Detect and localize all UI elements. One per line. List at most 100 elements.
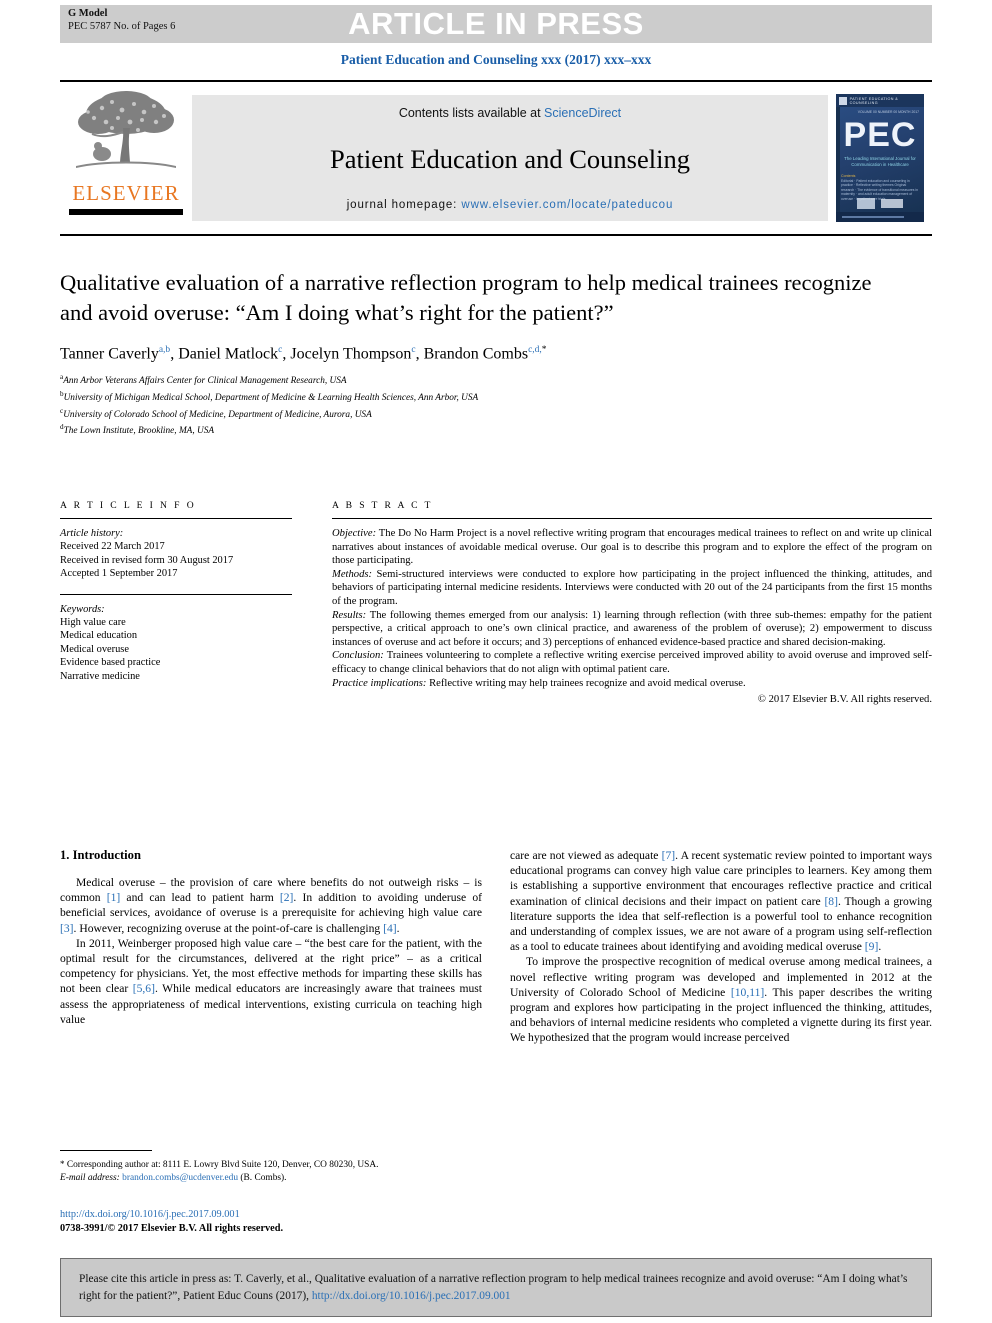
body-column-right: care are not viewed as adequate [7]. A r… bbox=[510, 848, 932, 1168]
abstract-copyright: © 2017 Elsevier B.V. All rights reserved… bbox=[757, 694, 932, 706]
corresponding-author-marker: * bbox=[541, 345, 547, 355]
keyword-item: Narrative medicine bbox=[60, 670, 140, 682]
contents-prefix: Contents lists available at bbox=[398, 106, 545, 120]
abstract-objective-text: The Do No Harm Project is a novel reflec… bbox=[332, 528, 932, 567]
footnote-rule bbox=[60, 1150, 152, 1152]
reference-citation-link[interactable]: [3] bbox=[60, 922, 74, 935]
footnote-email-label: E-mail address: bbox=[60, 1172, 120, 1183]
article-history-list: Received 22 March 2017 Received in revise… bbox=[60, 540, 292, 580]
doi-link[interactable]: http://dx.doi.org/10.1016/j.pec.2017.09.… bbox=[60, 1208, 520, 1222]
keywords-label: Keywords: bbox=[60, 603, 105, 615]
reference-citation-link[interactable]: [8] bbox=[824, 895, 838, 908]
pec-cover-logo-1 bbox=[857, 198, 875, 209]
homepage-label: journal homepage: bbox=[346, 199, 462, 211]
author-name: Jocelyn Thompson bbox=[290, 345, 412, 363]
affiliation-text: Ann Arbor Veterans Affairs Center for Cl… bbox=[63, 376, 347, 387]
left-column-paragraphs: Medical overuse – the provision of care … bbox=[60, 875, 482, 1027]
pec-cover-masthead: PATIENT EDUCATION & COUNSELING bbox=[836, 94, 924, 107]
contents-available-line: Contents lists available at ScienceDirec… bbox=[399, 106, 621, 120]
reference-citation-link[interactable]: [10,11] bbox=[731, 986, 764, 999]
abstract-implications-text: Reflective writing may help trainees rec… bbox=[426, 677, 746, 689]
body-paragraph: To improve the prospective recognition o… bbox=[510, 955, 932, 1045]
sciencedirect-link[interactable]: ScienceDirect bbox=[544, 106, 621, 120]
journal-running-head: Patient Education and Counseling xxx (20… bbox=[340, 52, 652, 67]
body-paragraph: care are not viewed as adequate [7]. A r… bbox=[510, 849, 932, 954]
reference-citation-link[interactable]: [4] bbox=[383, 922, 397, 935]
author-list: Tanner Caverlya,b, Daniel Matlockc, Joce… bbox=[60, 345, 547, 363]
abstract-conclusion-text: Trainees volunteering to complete a refl… bbox=[332, 650, 932, 675]
abstract-results-text: The following themes emerged from our an… bbox=[332, 609, 932, 648]
g-model-line: G Model bbox=[68, 8, 108, 19]
abstract-methods-text: Semi-structured interviews were conducte… bbox=[332, 568, 932, 607]
abstract-conclusion-label: Conclusion: bbox=[332, 650, 384, 662]
article-info-column: A R T I C L E I N F O Article history: R… bbox=[60, 500, 292, 707]
pec-cover-art: PATIENT EDUCATION & COUNSELING VOLUME 00… bbox=[836, 94, 924, 222]
abstract-conclusion: Conclusion: Trainees volunteering to com… bbox=[332, 649, 932, 676]
keyword-item: Medical overuse bbox=[60, 643, 129, 655]
reference-citation-link[interactable]: [1] bbox=[107, 891, 121, 904]
introduction-heading: 1. Introduction bbox=[60, 848, 141, 862]
pec-cover-logo-2 bbox=[881, 199, 903, 208]
article-page: ARTICLE IN PRESS G Model PEC 5787 No. of… bbox=[0, 0, 992, 1323]
pec-cover-issue-line: VOLUME 00 NUMBER 00 MONTH 2017 bbox=[857, 110, 919, 114]
abstract-methods: Methods: Semi-structured interviews were… bbox=[332, 568, 932, 609]
article-history-label: Article history: bbox=[60, 528, 124, 539]
article-info-rule-mid bbox=[60, 593, 292, 595]
abstract-objective-label: Objective: bbox=[332, 528, 377, 539]
abstract-column: A B S T R A C T Objective: The Do No Har… bbox=[332, 500, 932, 707]
author-affiliation-marker: a,b bbox=[158, 345, 171, 355]
abstract-results: Results: The following themes emerged fr… bbox=[332, 609, 932, 650]
affiliation-text: The Lown Institute, Brookline, MA, USA bbox=[63, 426, 215, 437]
author-affiliation-marker: c,d, bbox=[528, 345, 542, 355]
article-in-press-label: ARTICLE IN PRESS bbox=[348, 6, 644, 41]
body-paragraph: In 2011, Weinberger proposed high value … bbox=[60, 936, 483, 1026]
issn-copyright-line: 0738-3991/© 2017 Elsevier B.V. All right… bbox=[60, 1222, 284, 1234]
reference-citation-link[interactable]: [9] bbox=[865, 940, 879, 953]
affiliation-text: University of Colorado School of Medicin… bbox=[63, 409, 372, 420]
g-model-stamp: G Model PEC 5787 No. of Pages 6 bbox=[68, 8, 175, 33]
masthead-center: Contents lists available at ScienceDirec… bbox=[192, 95, 828, 221]
pec-cover-society-logos bbox=[836, 198, 924, 209]
elsevier-rule bbox=[69, 209, 183, 215]
journal-title: Patient Education and Counseling bbox=[330, 144, 690, 174]
journal-masthead: ELSEVIER Contents lists available at Sci… bbox=[60, 80, 932, 236]
affiliation-row: dThe Lown Institute, Brookline, MA, USA bbox=[60, 421, 880, 438]
author-affiliation-marker: c bbox=[411, 345, 416, 355]
reference-citation-link[interactable]: [7] bbox=[662, 849, 676, 862]
affiliation-row: aAnn Arbor Veterans Affairs Center for C… bbox=[60, 371, 880, 388]
article-history-item: Accepted 1 September 2017 bbox=[60, 568, 178, 580]
footnote-corresponding-text: Corresponding author at: 8111 E. Lowry B… bbox=[64, 1160, 379, 1171]
abstract-methods-label: Methods: bbox=[332, 568, 373, 580]
footnote-email-suffix: (B. Combs). bbox=[238, 1172, 287, 1183]
author-name: Tanner Caverly bbox=[60, 345, 159, 363]
footnote-text: * Corresponding author at: 8111 E. Lowry… bbox=[60, 1158, 482, 1184]
body-paragraph: Medical overuse – the provision of care … bbox=[60, 876, 482, 935]
title-block: Qualitative evaluation of a narrative re… bbox=[60, 268, 880, 438]
doi-block: http://dx.doi.org/10.1016/j.pec.2017.09.… bbox=[60, 1208, 520, 1235]
reference-citation-link[interactable]: [2] bbox=[280, 891, 294, 904]
journal-homepage-line: journal homepage: www.elsevier.com/locat… bbox=[347, 199, 674, 211]
elsevier-logo: ELSEVIER bbox=[60, 82, 192, 234]
homepage-url[interactable]: www.elsevier.com/locate/pateducou bbox=[461, 199, 673, 211]
footnote-email-link[interactable]: brandon.combs@ucdenver.edu bbox=[122, 1173, 238, 1183]
author-affiliation-marker: c bbox=[278, 345, 283, 355]
reference-citation-link[interactable]: [5,6] bbox=[133, 982, 155, 995]
cite-this-article-box: Please cite this article in press as: T.… bbox=[60, 1258, 932, 1317]
article-info-heading: A R T I C L E I N F O bbox=[60, 500, 197, 511]
pec-pages-line: PEC 5787 No. of Pages 6 bbox=[68, 20, 176, 32]
keywords-list: High value care Medical education Medical … bbox=[60, 616, 292, 683]
abstract-rule-top bbox=[332, 518, 932, 519]
pec-cover-masthead-text: PATIENT EDUCATION & COUNSELING bbox=[849, 96, 899, 105]
article-info-rule-top bbox=[60, 518, 292, 519]
abstract-results-label: Results: bbox=[332, 609, 367, 621]
article-history-item: Received in revised form 30 August 2017 bbox=[60, 554, 234, 566]
body-columns: 1. Introduction Medical overuse – the pr… bbox=[60, 848, 932, 1168]
cite-box-doi-link[interactable]: http://dx.doi.org/10.1016/j.pec.2017.09.… bbox=[312, 1290, 511, 1302]
author-name: Daniel Matlock bbox=[178, 345, 279, 363]
abstract-objective: Objective: The Do No Harm Project is a n… bbox=[332, 527, 932, 568]
keyword-item: High value care bbox=[60, 617, 126, 629]
abstract-implications: Practice implications: Reflective writin… bbox=[332, 677, 932, 691]
article-title: Qualitative evaluation of a narrative re… bbox=[60, 270, 872, 325]
right-column-paragraphs: care are not viewed as adequate [7]. A r… bbox=[510, 848, 932, 1046]
keyword-item: Evidence based practice bbox=[60, 657, 161, 669]
